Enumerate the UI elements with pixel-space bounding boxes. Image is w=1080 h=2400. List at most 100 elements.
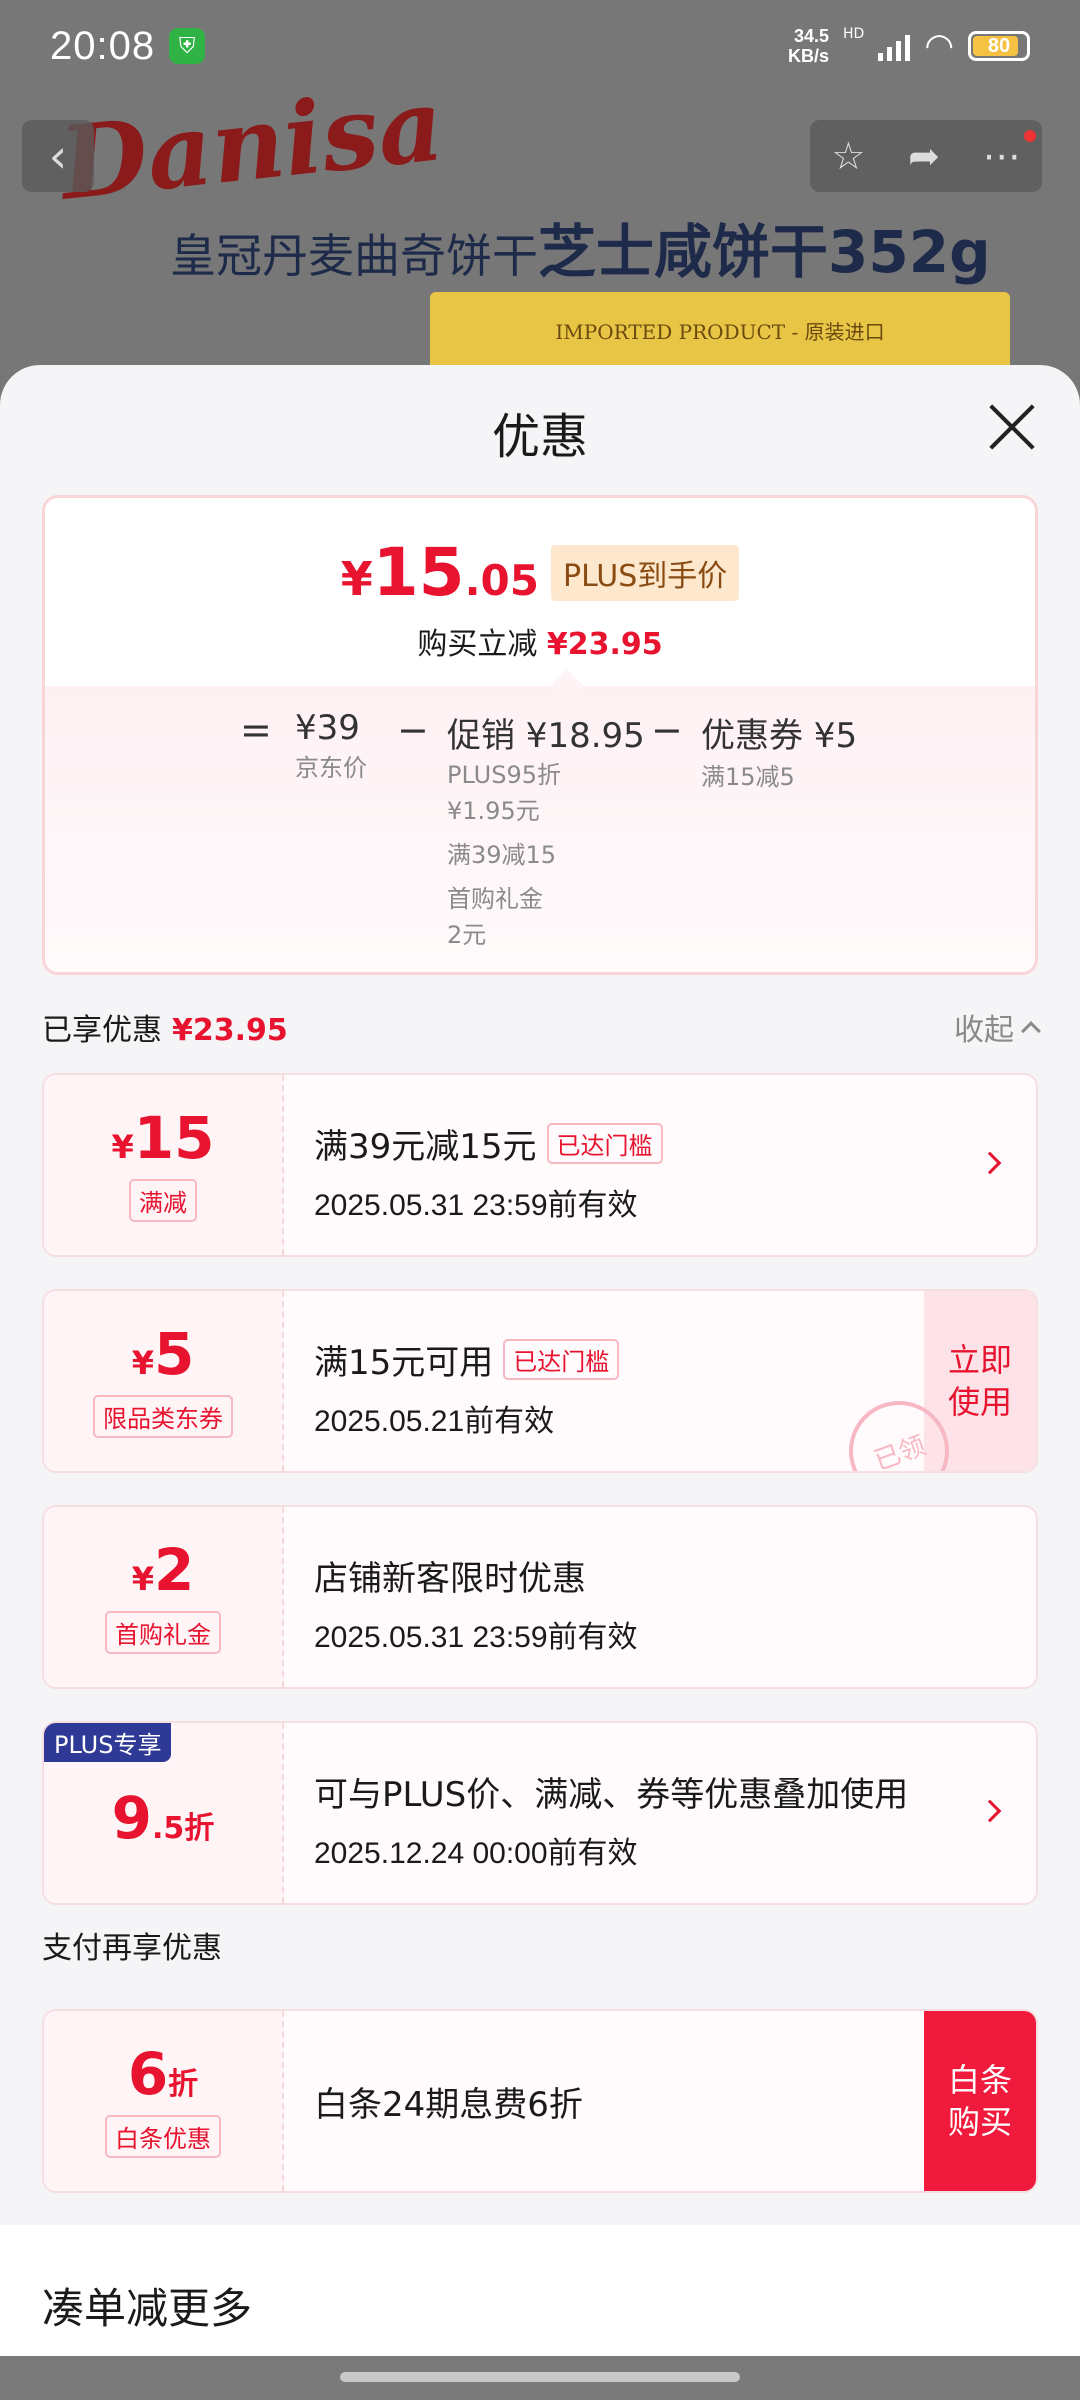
- add-more-title: 凑单减更多: [42, 2284, 253, 2333]
- price-decimal: .05: [464, 556, 539, 605]
- price-summary-card: ¥ 15 .05 PLUS到手价 购买立减 ¥23.95 = ¥39 京东价 −…: [42, 495, 1038, 975]
- offer-tag: 首购礼金: [105, 1610, 221, 1654]
- promo-item: 2元: [447, 921, 487, 949]
- offer-amount: 5: [153, 1319, 195, 1388]
- offer-amount: 9: [111, 1784, 153, 1852]
- enjoyed-header: 已享优惠 ¥23.95 收起: [42, 1003, 1041, 1051]
- price-symbol: ¥: [340, 552, 373, 606]
- offer-title: 满15元可用: [314, 1343, 494, 1383]
- product-box-text: IMPORTED PRODUCT - 原装进口: [555, 320, 885, 344]
- network-speed: 34.5 KB/s: [788, 26, 829, 66]
- offer-title: 白条24期息费6折: [314, 2085, 583, 2125]
- battery-icon: 80: [968, 31, 1030, 61]
- offer-amount: 15: [133, 1103, 215, 1172]
- offer-date: 2025.05.31 23:59前有效: [314, 1621, 638, 1654]
- offer-tag: 满减: [129, 1178, 197, 1222]
- promo-total: 促销 ¥18.95: [447, 716, 645, 756]
- offer-amount: 2: [153, 1535, 195, 1604]
- price-integer: 15: [372, 534, 465, 611]
- enjoyed-value: ¥23.95: [172, 1013, 288, 1048]
- threshold-badge: 已达门槛: [546, 1123, 663, 1164]
- minus-sign-2: −: [651, 708, 683, 752]
- network-speed-value: 34.5: [793, 26, 830, 46]
- home-indicator[interactable]: [340, 2372, 740, 2382]
- saving-row: 购买立减 ¥23.95: [45, 619, 1035, 663]
- currency-symbol: ¥: [111, 1127, 134, 1166]
- coupon-block: 优惠券 ¥5 满15减5: [701, 708, 857, 797]
- battery-level: 80: [987, 34, 1011, 57]
- offer-title: 满39元减15元: [314, 1127, 537, 1167]
- offer-card-coupon: ¥5 限品类东券 满15元可用 已达门槛 2025.05.21前有效 立即使用 已…: [42, 1289, 1038, 1473]
- minus-sign-1: −: [397, 708, 429, 752]
- offer-value: ¥2 首购礼金: [44, 1507, 284, 1687]
- more-dots-icon[interactable]: ⋯: [983, 134, 1021, 178]
- offer-info: 满39元减15元 已达门槛 2025.05.31 23:59前有效: [284, 1075, 1036, 1255]
- offer-card-baitiao: 6折 白条优惠 白条24期息费6折 白条购买: [42, 2009, 1038, 2193]
- offer-card-plus[interactable]: 9.5 折 可与PLUS价、满减、券等优惠叠加使用 2025.12.24 00:0…: [42, 1721, 1038, 1905]
- product-title-main: 芝士咸饼干352g: [538, 218, 991, 286]
- promo-item: ¥1.95元: [447, 797, 540, 825]
- offer-info: 可与PLUS价、满减、券等优惠叠加使用 2025.12.24 00:00前有效: [284, 1723, 1036, 1903]
- status-bar: 20:08 ⛨ 34.5 KB/s HD ◠ 80: [0, 0, 1080, 92]
- enjoyed-title: 已享优惠 ¥23.95: [42, 1005, 288, 1049]
- currency-symbol: ¥: [131, 1343, 154, 1382]
- discount-sheet: 优惠 ¥ 15 .05 PLUS到手价 购买立减 ¥23.95 = ¥39 京东…: [0, 365, 1080, 2400]
- status-indicators: 34.5 KB/s HD ◠ 80: [788, 26, 1030, 66]
- offer-card-full-reduction[interactable]: ¥15 满减 满39元减15元 已达门槛 2025.05.31 23:59前有效: [42, 1073, 1038, 1257]
- hd-badge: HD: [843, 26, 865, 42]
- collapse-label: 收起: [954, 1013, 1014, 1048]
- payment-title: 支付再享优惠: [42, 1931, 222, 1966]
- baitiao-buy-button[interactable]: 白条购买: [924, 2011, 1036, 2191]
- notification-dot: [1024, 130, 1036, 142]
- status-time: 20:08: [50, 23, 156, 68]
- enjoyed-label: 已享优惠: [42, 1013, 162, 1048]
- offer-title: 店铺新客限时优惠: [314, 1559, 586, 1599]
- chevron-left-icon: ‹: [48, 129, 68, 183]
- network-speed-unit: KB/s: [788, 46, 830, 66]
- jd-price: ¥39: [295, 708, 360, 748]
- promo-item: 满39减15: [447, 841, 557, 869]
- navigation-bar: [0, 2356, 1080, 2400]
- plus-price-tag: PLUS到手价: [550, 544, 740, 601]
- payment-header: 支付再享优惠: [42, 1921, 1038, 1969]
- chevron-up-icon: [1021, 1021, 1041, 1041]
- offer-decimal: .5: [152, 1811, 185, 1846]
- coupon-label: 满15减5: [701, 763, 795, 791]
- final-price: ¥ 15 .05 PLUS到手价: [45, 498, 1035, 611]
- product-top-nav: ‹ ☆ ➦ ⋯: [0, 115, 1080, 195]
- offer-tag: 白条优惠: [105, 2114, 221, 2158]
- favorite-star-icon[interactable]: ☆: [831, 134, 865, 178]
- equals-sign: =: [240, 708, 272, 752]
- jd-price-block: ¥39 京东价: [295, 708, 367, 788]
- jd-price-label: 京东价: [295, 754, 367, 782]
- offer-title: 可与PLUS价、满减、券等优惠叠加使用: [314, 1775, 909, 1815]
- nav-action-group: ☆ ➦ ⋯: [810, 120, 1042, 192]
- collapse-button[interactable]: 收起: [954, 1005, 1041, 1049]
- offer-unit: 折: [168, 2066, 199, 2102]
- close-icon[interactable]: [988, 403, 1036, 451]
- offer-date: 2025.05.31 23:59前有效: [314, 1189, 638, 1222]
- offer-tag: 限品类东券: [93, 1394, 233, 1438]
- promo-block: 促销 ¥18.95 PLUS95折 ¥1.95元 满39减15 首购礼金 2元: [447, 708, 645, 953]
- shield-app-icon: ⛨: [169, 28, 206, 64]
- product-title-prefix: 皇冠丹麦曲奇饼干: [170, 229, 538, 283]
- offer-info: 白条24期息费6折: [284, 2011, 924, 2191]
- offer-amount: 6: [127, 2039, 169, 2108]
- offer-info: 店铺新客限时优惠 2025.05.31 23:59前有效: [284, 1507, 1036, 1687]
- offer-value: ¥5 限品类东券: [44, 1291, 284, 1471]
- offer-info: 满15元可用 已达门槛 2025.05.21前有效: [284, 1291, 924, 1471]
- offer-unit: 折: [184, 1811, 215, 1846]
- wifi-icon: ◠: [924, 26, 954, 66]
- threshold-badge: 已达门槛: [503, 1339, 620, 1380]
- saving-label: 购买立减: [417, 627, 538, 662]
- product-title: 皇冠丹麦曲奇饼干芝士咸饼干352g: [170, 205, 991, 289]
- promo-item: PLUS95折: [447, 761, 561, 789]
- currency-symbol: ¥: [131, 1559, 154, 1598]
- sheet-header: 优惠: [0, 365, 1080, 495]
- share-icon[interactable]: ➦: [908, 134, 940, 178]
- offer-value: 6折 白条优惠: [44, 2011, 284, 2191]
- sheet-title: 优惠: [491, 409, 588, 465]
- back-button[interactable]: ‹: [22, 120, 94, 192]
- signal-icon: [878, 31, 911, 61]
- promo-item: 首购礼金: [447, 885, 543, 913]
